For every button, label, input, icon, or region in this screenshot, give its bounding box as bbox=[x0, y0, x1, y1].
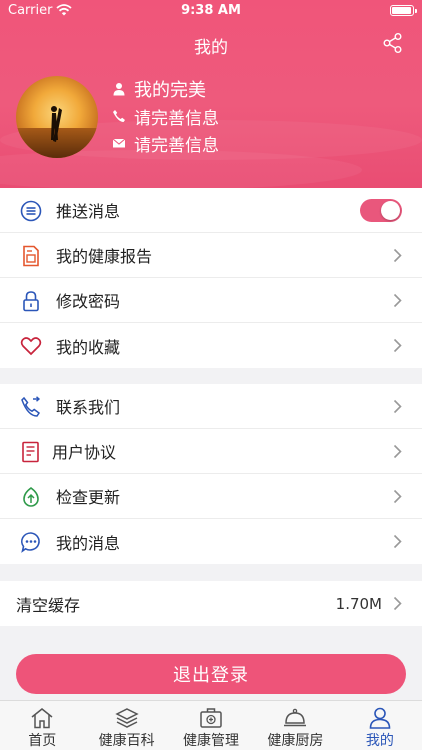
tab-label: 我的 bbox=[365, 733, 394, 749]
menu-item-label: 检查更新 bbox=[56, 488, 121, 507]
tab-label: 首页 bbox=[28, 733, 57, 749]
chevron-right-icon bbox=[393, 399, 402, 414]
email-row[interactable]: 请完善信息 bbox=[112, 131, 219, 156]
logout-button[interactable]: 退出登录 bbox=[16, 654, 406, 694]
cache-section: 清空缓存 1.70M bbox=[0, 581, 422, 626]
menu-item-label: 我的收藏 bbox=[56, 337, 121, 357]
phone-call-icon bbox=[21, 396, 41, 417]
menu-item-check-update[interactable]: 检查更新 bbox=[0, 474, 422, 519]
menu-item-change-password[interactable]: 修改密码 bbox=[0, 278, 422, 323]
menu-item-label: 清空缓存 bbox=[16, 595, 81, 615]
tab-home[interactable]: 首页 bbox=[0, 701, 84, 750]
home-icon bbox=[31, 708, 53, 729]
tab-health-encyclopedia[interactable]: 健康百科 bbox=[84, 701, 168, 750]
chevron-right-icon bbox=[393, 489, 402, 504]
battery-icon bbox=[390, 5, 417, 16]
message-list-icon bbox=[20, 200, 42, 222]
tab-health-kitchen[interactable]: 健康厨房 bbox=[253, 701, 337, 750]
medical-kit-icon bbox=[200, 708, 222, 728]
phone-row[interactable]: 请完善信息 bbox=[112, 104, 219, 129]
tab-label: 健康管理 bbox=[183, 733, 240, 749]
chevron-right-icon bbox=[393, 444, 402, 459]
tab-bar: 首页 健康百科 健康管理 健康厨房 我的 bbox=[0, 700, 422, 750]
document-icon bbox=[22, 441, 39, 463]
menu-item-health-report[interactable]: 我的健康报告 bbox=[0, 233, 422, 278]
chevron-right-icon bbox=[393, 596, 402, 611]
cloche-icon bbox=[284, 708, 307, 727]
chevron-right-icon bbox=[393, 338, 402, 353]
layers-icon bbox=[114, 708, 139, 728]
tab-health-management[interactable]: 健康管理 bbox=[169, 701, 253, 750]
update-icon bbox=[23, 487, 39, 507]
surfer-silhouette bbox=[51, 106, 62, 142]
page-title: 我的 bbox=[194, 38, 228, 58]
envelope-icon bbox=[112, 138, 126, 148]
menu-item-favorites[interactable]: 我的收藏 bbox=[0, 323, 422, 368]
menu-item-push-notifications: 推送消息 bbox=[0, 188, 422, 233]
menu-item-label: 我的消息 bbox=[56, 533, 121, 553]
menu-item-clear-cache[interactable]: 清空缓存 1.70M bbox=[0, 581, 422, 626]
profile-header: Carrier 9:38 AM 我的 我的完美 请完善信息 请完善信息 bbox=[0, 0, 422, 188]
email-value: 请完善信息 bbox=[134, 135, 219, 156]
tab-mine[interactable]: 我的 bbox=[338, 701, 422, 750]
menu-item-label: 联系我们 bbox=[56, 398, 121, 417]
user-icon bbox=[113, 83, 125, 96]
status-bar: Carrier 9:38 AM bbox=[0, 0, 422, 22]
settings-section-2: 联系我们 用户协议 检查更新 我的消息 bbox=[0, 384, 422, 564]
menu-item-label: 修改密码 bbox=[56, 292, 121, 311]
username-row: 我的完美 bbox=[112, 77, 206, 101]
share-icon[interactable] bbox=[382, 32, 404, 54]
menu-item-label: 我的健康报告 bbox=[56, 247, 153, 266]
chevron-right-icon bbox=[393, 248, 402, 263]
tab-label: 健康百科 bbox=[98, 733, 155, 749]
menu-item-label: 用户协议 bbox=[52, 443, 117, 462]
menu-item-my-messages[interactable]: 我的消息 bbox=[0, 519, 422, 564]
menu-item-contact-us[interactable]: 联系我们 bbox=[0, 384, 422, 429]
settings-section-1: 推送消息 我的健康报告 修改密码 我的收藏 bbox=[0, 188, 422, 368]
heart-icon bbox=[20, 337, 42, 356]
phone-icon bbox=[113, 110, 125, 122]
phone-value: 请完善信息 bbox=[134, 108, 219, 129]
person-icon bbox=[369, 707, 391, 729]
menu-item-user-agreement[interactable]: 用户协议 bbox=[0, 429, 422, 474]
avatar[interactable] bbox=[16, 76, 98, 158]
report-icon bbox=[23, 245, 39, 267]
chat-bubble-icon bbox=[21, 532, 40, 553]
username: 我的完美 bbox=[134, 80, 206, 101]
lock-icon bbox=[23, 291, 39, 312]
status-time: 9:38 AM bbox=[181, 3, 241, 18]
push-toggle[interactable] bbox=[360, 199, 402, 222]
tab-label: 健康厨房 bbox=[267, 733, 324, 749]
chevron-right-icon bbox=[393, 534, 402, 549]
menu-item-label: 推送消息 bbox=[56, 202, 121, 221]
chevron-right-icon bbox=[393, 293, 402, 308]
cache-size-value: 1.70M bbox=[335, 594, 382, 613]
